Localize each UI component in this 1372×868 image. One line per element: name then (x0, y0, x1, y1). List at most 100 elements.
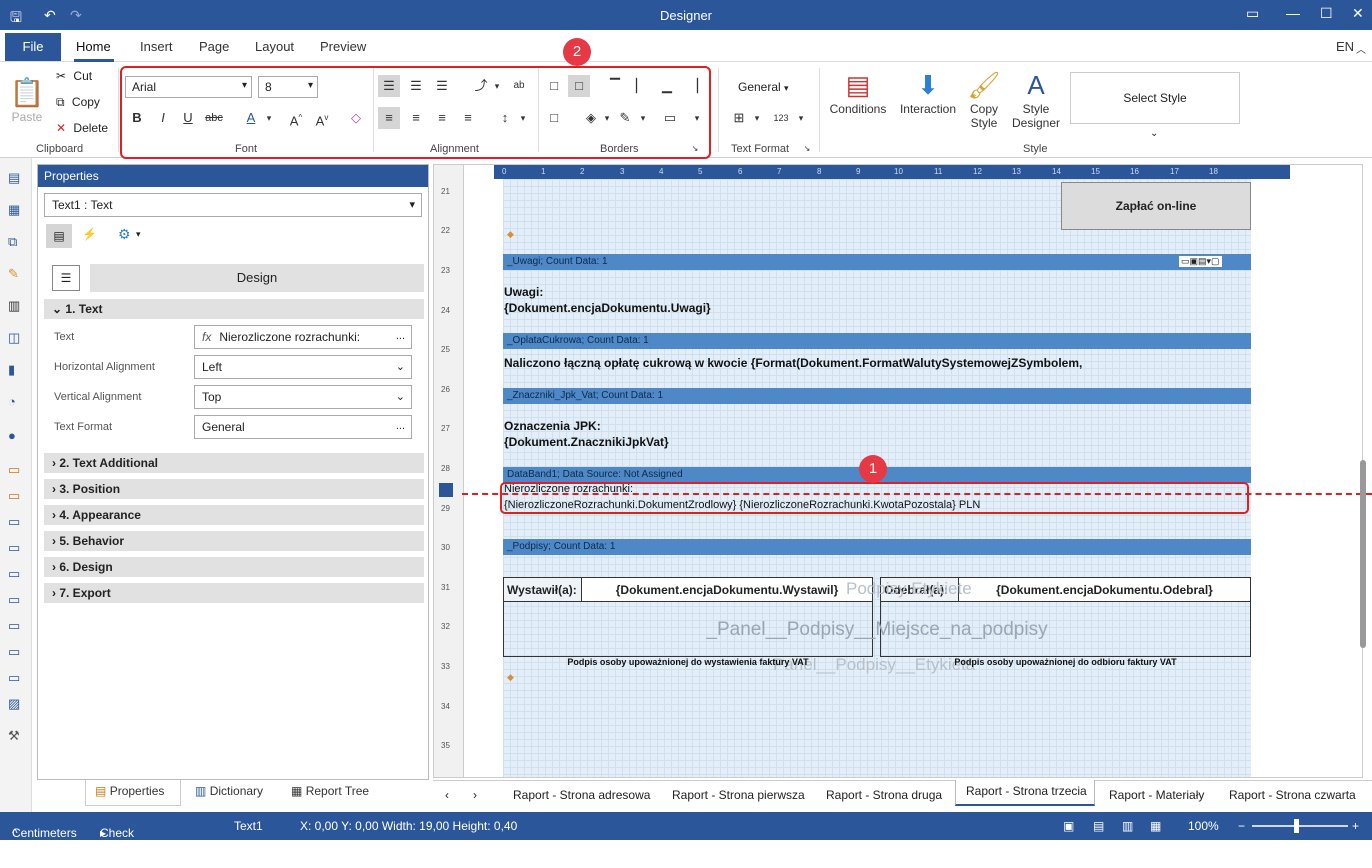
text-field[interactable]: fx Nierozliczone rozrachunki:... (194, 325, 412, 349)
panel-tool-icon[interactable]: ⧉ (8, 234, 17, 250)
page-tab-trzecia[interactable]: Raport - Strona trzecia (966, 784, 1087, 798)
shape-tool-icon[interactable]: ◫ (8, 330, 20, 346)
view-normal-icon[interactable]: ▣ (1063, 819, 1074, 833)
barcode-tool-icon[interactable]: ▥ (8, 298, 20, 314)
page-tab-czwarta[interactable]: Raport - Strona czwarta (1229, 788, 1356, 802)
ellipsis-button[interactable]: ... (396, 420, 405, 432)
band-podpisy[interactable]: _Podpisy; Count Data: 1 (503, 539, 1251, 555)
page-tab-pierwsza[interactable]: Raport - Strona pierwsza (672, 788, 805, 802)
vertical-scrollbar[interactable] (1360, 460, 1366, 648)
number-format-icon[interactable]: 123 (770, 107, 792, 129)
zoom-slider-thumb[interactable] (1294, 819, 1299, 833)
chevron-down-icon[interactable]: ▾ (790, 107, 812, 129)
page-tab-adresowa[interactable]: Raport - Strona adresowa (513, 788, 650, 802)
chevron-down-icon[interactable]: ▾ (136, 229, 141, 240)
signature-box-left[interactable]: Wystawił(a): {Dokument.encjaDokumentu.Wy… (503, 577, 873, 657)
jpk-label[interactable]: Oznaczenia JPK: (504, 419, 601, 433)
ellipsis-button[interactable]: ... (396, 330, 405, 342)
report-title-band-icon[interactable]: ▭ (8, 462, 20, 478)
select-style-gallery[interactable]: Select Style (1070, 72, 1240, 124)
paste-button[interactable]: 📋 Paste (8, 76, 46, 124)
uwagi-expression[interactable]: {Dokument.encjaDokumentu.Uwagi} (504, 301, 711, 315)
pencil-tool-icon[interactable]: ✎ (8, 266, 19, 282)
maximize-icon[interactable]: ☐ (1320, 5, 1333, 22)
events-icon[interactable]: ⚡ (82, 227, 97, 241)
style-designer-button[interactable]: A Style Designer (1008, 68, 1064, 130)
empty-band-icon[interactable]: ▭ (8, 644, 20, 660)
chevron-up-icon[interactable]: ︿ (1356, 41, 1366, 56)
section-text[interactable]: ⌄ 1. Text (44, 299, 424, 319)
view-multi-icon[interactable]: ▦ (1150, 819, 1161, 833)
image-tool-icon[interactable]: ▨ (8, 696, 20, 712)
tab-layout[interactable]: Layout (255, 39, 294, 54)
footer-band-icon[interactable]: ▭ (8, 670, 20, 686)
band-oplata-cukrowa[interactable]: _OplataCukrowa; Count Data: 1 (503, 333, 1251, 349)
chevron-down-icon[interactable]: ▾ (746, 107, 768, 129)
vertical-alignment-select[interactable]: Top ⌄ (194, 385, 412, 409)
tab-next-icon[interactable]: › (473, 788, 477, 802)
delete-button[interactable]: ✕ Delete (56, 121, 108, 135)
map-tool-icon[interactable]: ● (8, 428, 16, 443)
tab-home[interactable]: Home (76, 39, 111, 54)
page-header-band-icon[interactable]: ▭ (8, 488, 20, 504)
chart-tool-icon[interactable]: ▮ (8, 362, 15, 378)
tab-preview[interactable]: Preview (320, 39, 366, 54)
tab-file[interactable]: File (5, 33, 61, 61)
dialog-launcher-icon[interactable]: ↘ (802, 144, 812, 154)
object-selector[interactable]: Text1 : Text ▾ (44, 193, 422, 217)
interaction-button[interactable]: ⬇ Interaction (897, 68, 959, 116)
minimize-icon[interactable]: — (1286, 5, 1300, 21)
design-canvas[interactable]: 21 22 23 24 25 26 27 28 29 30 31 32 33 3… (433, 164, 1363, 778)
gauge-tool-icon[interactable]: ◔ (8, 394, 16, 409)
ruler-tick: 29 (441, 504, 450, 513)
band-toolbar-icons[interactable]: ▭▣▤▾▢ (1179, 256, 1222, 267)
zoom-in-icon[interactable]: + (1352, 819, 1359, 833)
view-width-icon[interactable]: ▥ (1122, 819, 1133, 833)
tab-page[interactable]: Page (199, 39, 229, 54)
close-icon[interactable]: ✕ (1352, 5, 1364, 22)
text-format-select[interactable]: General ▾ (738, 80, 789, 94)
section-position[interactable]: › 3. Position (44, 479, 424, 499)
jpk-expression[interactable]: {Dokument.ZnacznikiJpkVat} (504, 435, 669, 449)
language-selector[interactable]: EN (1336, 39, 1354, 54)
page-tab-materialy[interactable]: Raport - Materiały (1109, 788, 1204, 802)
section-export[interactable]: › 7. Export (44, 583, 424, 603)
copy-button[interactable]: ⧉ Copy (56, 95, 100, 110)
table-tool-icon[interactable]: ▦ (8, 202, 20, 218)
copy-style-button[interactable]: 🖌 Copy Style (963, 68, 1005, 130)
hierarchical-band-icon[interactable]: ▭ (8, 592, 20, 608)
text-format-field[interactable]: General... (194, 415, 412, 439)
horizontal-alignment-select[interactable]: Left ⌄ (194, 355, 412, 379)
conditions-button[interactable]: ▤ Conditions (828, 68, 888, 116)
tab-insert[interactable]: Insert (140, 39, 173, 54)
cut-button[interactable]: ✂ Cut (56, 69, 92, 83)
ribbon-display-icon[interactable]: ▭ (1246, 5, 1259, 22)
section-text-additional[interactable]: › 2. Text Additional (44, 453, 424, 473)
tab-dictionary[interactable]: ▥ Dictionary (195, 784, 263, 798)
chevron-down-icon[interactable]: ⌄ (1150, 128, 1158, 139)
uwagi-label[interactable]: Uwagi: (504, 285, 543, 299)
header-band-icon[interactable]: ▭ (8, 514, 20, 530)
tools-icon[interactable]: ⚒ (8, 728, 20, 744)
zoom-out-icon[interactable]: − (1238, 819, 1245, 833)
properties-view-icon[interactable]: ▤ (46, 224, 72, 248)
section-appearance[interactable]: › 4. Appearance (44, 505, 424, 525)
view-page-icon[interactable]: ▤ (1093, 819, 1104, 833)
settings-icon[interactable]: ⚙ (118, 226, 131, 243)
section-behavior[interactable]: › 5. Behavior (44, 531, 424, 551)
group-header-band-icon[interactable]: ▭ (8, 540, 20, 556)
page-tab-druga[interactable]: Raport - Strona druga (826, 788, 942, 802)
oplata-expression[interactable]: Naliczono łączną opłatę cukrową w kwocie… (504, 356, 1082, 370)
text-tool-icon[interactable]: ▤ (8, 170, 20, 186)
child-band-icon[interactable]: ▭ (8, 618, 20, 634)
design-button[interactable]: Design (90, 264, 424, 292)
band-uwagi[interactable]: _Uwagi; Count Data: 1 (503, 254, 1251, 270)
pay-online-button[interactable]: Zapłać on-line (1061, 182, 1251, 230)
tab-report-tree[interactable]: ▦ Report Tree (291, 784, 369, 798)
data-band-icon[interactable]: ▭ (8, 566, 20, 582)
tab-properties[interactable]: ▤ Properties (95, 784, 164, 798)
section-design[interactable]: › 6. Design (44, 557, 424, 577)
zoom-slider[interactable] (1252, 825, 1348, 827)
band-znaczniki-jpk[interactable]: _Znaczniki_Jpk_Vat; Count Data: 1 (503, 388, 1251, 404)
tab-prev-icon[interactable]: ‹ (445, 788, 449, 802)
